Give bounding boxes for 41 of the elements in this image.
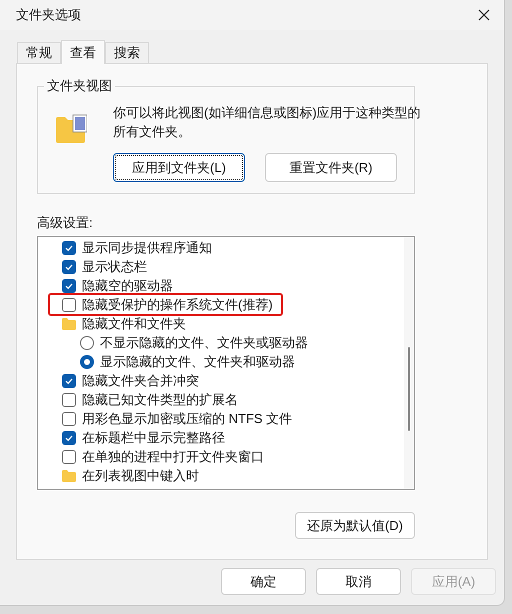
checkbox[interactable]	[62, 278, 76, 292]
advanced-settings-label: 高级设置:	[37, 215, 94, 231]
folder-button[interactable]: 重置文件夹(R)	[265, 153, 397, 182]
close-icon	[478, 9, 490, 21]
folder-button[interactable]: 应用到文件夹(L)	[113, 153, 245, 182]
option-label: 隐藏已知文件类型的扩展名	[82, 390, 238, 409]
radio-button[interactable]	[80, 354, 94, 368]
option-label: 显示同步提供程序通知	[82, 238, 212, 257]
group-label: 隐藏文件和文件夹	[82, 314, 186, 333]
option-label: 隐藏文件夹合并冲突	[82, 372, 199, 390]
folder-icon	[62, 470, 76, 482]
restore-defaults-button[interactable]: 还原为默认值(D)	[295, 512, 415, 539]
option-label: 显示状态栏	[82, 258, 147, 276]
folder-icon	[55, 114, 87, 146]
option-label: 隐藏空的驱动器	[82, 276, 173, 295]
description-text: 你可以将此视图(如详细信息或图标)应用于这种类型的所有文件夹。	[113, 104, 422, 141]
scrollbar[interactable]	[404, 237, 414, 489]
group-label: 在列表视图中键入时	[82, 466, 199, 485]
radio-button[interactable]	[80, 336, 94, 350]
option-label: 在单独的进程中打开文件夹窗口	[82, 448, 264, 466]
checkbox[interactable]	[62, 392, 76, 406]
checkbox[interactable]	[62, 430, 76, 444]
checkbox[interactable]	[62, 450, 76, 464]
option-label: 用彩色显示加密或压缩的 NTFS 文件	[82, 410, 292, 428]
checkbox[interactable]	[62, 412, 76, 426]
dialog-button[interactable]: 取消	[316, 568, 401, 595]
checkbox[interactable]	[62, 260, 76, 274]
tab[interactable]: 常规	[17, 42, 61, 63]
option-label: 显示隐藏的文件、文件夹和驱动器	[100, 352, 295, 371]
checkbox[interactable]	[62, 240, 76, 254]
option-label: 在标题栏中显示完整路径	[82, 428, 225, 447]
dialog-button[interactable]: 确定	[221, 568, 306, 595]
option-label: 不显示隐藏的文件、文件夹或驱动器	[100, 334, 308, 352]
group-title: 文件夹视图	[44, 77, 115, 95]
window-title: 文件夹选项	[16, 6, 81, 24]
checkbox[interactable]	[62, 374, 76, 388]
tab[interactable]: 查看	[61, 40, 105, 64]
checkbox[interactable]	[62, 298, 76, 312]
option-label: 隐藏受保护的操作系统文件(推荐)	[82, 296, 273, 314]
tab[interactable]: 搜索	[105, 42, 149, 63]
folder-icon	[62, 318, 76, 330]
